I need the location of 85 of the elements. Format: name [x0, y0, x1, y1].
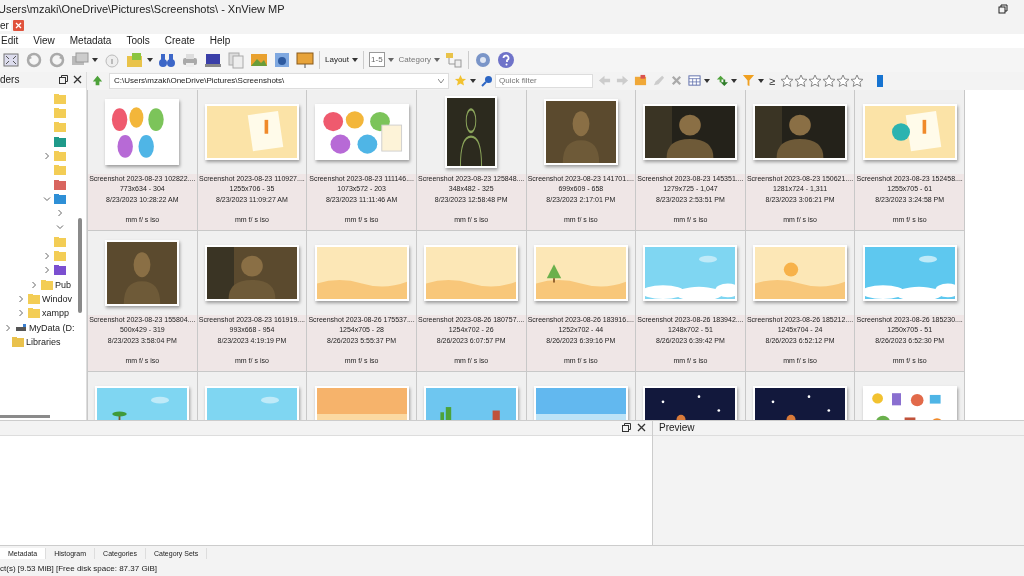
- copy-icon[interactable]: [227, 50, 245, 69]
- sort-icon[interactable]: [715, 74, 728, 88]
- folder-icon: [12, 336, 24, 347]
- folder-name[interactable]: xampp: [42, 308, 69, 319]
- rotate-left-icon[interactable]: [25, 50, 43, 69]
- rotate-right-icon[interactable]: [48, 50, 66, 69]
- folder-icon: [41, 279, 53, 290]
- menu-item[interactable]: Help: [209, 35, 231, 47]
- chevron-icon[interactable]: [4, 323, 12, 332]
- rating-filter[interactable]: [780, 73, 865, 88]
- music-folder-icon: [54, 179, 66, 190]
- folder-icon: [28, 308, 40, 319]
- status-text: ct(s) [9.53 MiB] [Free disk space: 87.37 GiB]: [0, 564, 157, 574]
- scrollbar[interactable]: [0, 414, 50, 418]
- up-arrow-icon[interactable]: [91, 74, 104, 88]
- folder-name[interactable]: Pub: [55, 279, 71, 290]
- panel-title: ders: [0, 74, 21, 86]
- address-field[interactable]: C:\Users\mzaki\OneDrive\Pictures\Screenshots\: [109, 72, 449, 89]
- float-icon[interactable]: [59, 75, 68, 85]
- folder-icon: [54, 251, 66, 262]
- settings-icon[interactable]: [474, 50, 493, 69]
- folder-icon: [54, 151, 66, 161]
- folder-icon: [54, 236, 66, 247]
- layout-dropdown[interactable]: Layout: [325, 55, 350, 65]
- caret-icon[interactable]: [92, 57, 98, 62]
- download-folder-icon: [54, 136, 66, 147]
- folder-name[interactable]: MyData (D:: [29, 322, 75, 333]
- color-label-filter[interactable]: [877, 74, 884, 87]
- menu-item[interactable]: Tools: [126, 35, 150, 47]
- quick-filter-field[interactable]: Quick filter: [495, 73, 593, 88]
- chevron-icon[interactable]: [17, 294, 25, 303]
- float-icon[interactable]: [622, 423, 631, 433]
- caret-icon[interactable]: [470, 78, 476, 83]
- star-icon[interactable]: [836, 73, 851, 88]
- drive-icon: [15, 322, 27, 333]
- folder-name[interactable]: Windov: [42, 293, 72, 304]
- chevron-icon[interactable]: [43, 252, 51, 261]
- star-icon[interactable]: [850, 73, 865, 88]
- star-icon[interactable]: [808, 73, 823, 88]
- menu-item[interactable]: Metadata: [69, 35, 112, 47]
- star-icon[interactable]: [454, 74, 467, 88]
- close-icon[interactable]: [637, 423, 646, 433]
- folder-icon: [54, 165, 66, 176]
- star-icon[interactable]: [822, 73, 837, 88]
- close-icon[interactable]: [73, 75, 82, 85]
- video-folder-icon: [54, 265, 66, 276]
- camera-icon[interactable]: [273, 50, 291, 69]
- chevron-icon[interactable]: [43, 266, 51, 275]
- chevron-icon[interactable]: [56, 223, 64, 232]
- chevron-icon[interactable]: [43, 194, 51, 203]
- caret-icon[interactable]: [758, 78, 764, 83]
- folder-name[interactable]: Libraries: [26, 336, 61, 347]
- caret-icon[interactable]: [704, 78, 710, 83]
- document-tab[interactable]: er: [0, 20, 11, 32]
- chevron-icon[interactable]: [56, 209, 64, 218]
- slideshow-icon[interactable]: [296, 50, 314, 69]
- operator-label[interactable]: ≥: [769, 74, 776, 87]
- folder-icon: [54, 108, 66, 119]
- caret-icon[interactable]: [434, 57, 441, 62]
- panel-title: Preview: [659, 422, 696, 434]
- scrollbar[interactable]: [78, 217, 82, 313]
- caret-icon[interactable]: [147, 57, 153, 62]
- search-icon: [481, 74, 493, 87]
- delete-icon[interactable]: [670, 74, 683, 88]
- folder-icon: [28, 293, 40, 304]
- menu-item[interactable]: View: [33, 35, 55, 47]
- star-icon[interactable]: [794, 73, 809, 88]
- caret-icon[interactable]: [352, 57, 359, 62]
- fullscreen-icon[interactable]: [2, 50, 20, 69]
- chevron-icon[interactable]: [17, 309, 25, 318]
- caret-icon[interactable]: [731, 78, 737, 83]
- rating-range-button[interactable]: 1-5: [369, 52, 385, 68]
- category-dropdown[interactable]: Category: [398, 55, 432, 65]
- chevron-icon[interactable]: [43, 152, 51, 160]
- help-icon[interactable]: [497, 50, 516, 69]
- folder-icon: [54, 122, 66, 133]
- chevron-icon[interactable]: [30, 280, 38, 289]
- folder-icon[interactable]: [634, 74, 647, 88]
- folder-icon: [54, 193, 66, 204]
- folder-icon: [54, 93, 66, 104]
- restore-icon[interactable]: [998, 3, 1008, 14]
- caret-icon[interactable]: [387, 57, 394, 62]
- menu-item[interactable]: Edit: [1, 35, 19, 47]
- star-icon[interactable]: [780, 73, 795, 88]
- menu-item[interactable]: Create: [164, 35, 195, 47]
